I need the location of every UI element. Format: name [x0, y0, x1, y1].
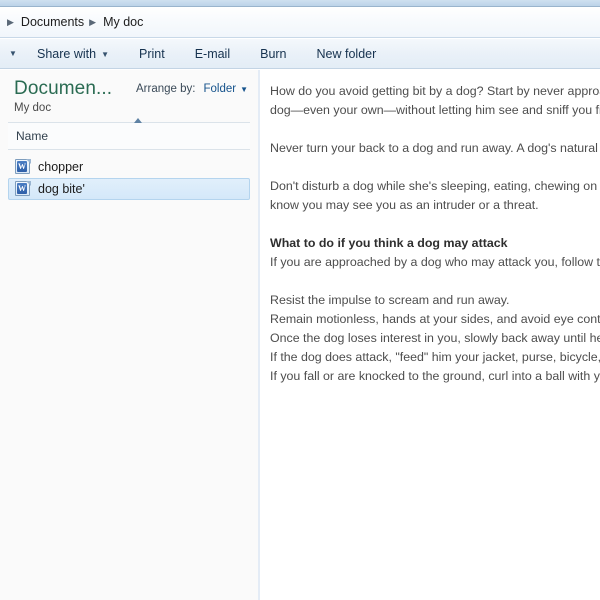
document-line: If you fall or are knocked to the ground… — [270, 369, 600, 383]
document-line: Resist the impulse to scream and run awa… — [270, 293, 510, 307]
breadcrumb-my-doc[interactable]: My doc — [101, 14, 145, 30]
file-list: W chopper W dog bite' — [8, 156, 250, 200]
document-line: Never turn your back to a dog and run aw… — [270, 141, 600, 155]
arrange-by-value[interactable]: Folder ▼ — [203, 83, 248, 95]
word-document-icon: W — [15, 181, 31, 197]
list-item[interactable]: W dog bite' — [8, 178, 250, 200]
list-item[interactable]: W chopper — [8, 156, 250, 178]
chevron-right-icon: ▶ — [7, 16, 14, 27]
new-folder-button[interactable]: New folder — [308, 43, 386, 65]
column-header-name[interactable]: Name — [8, 129, 48, 143]
library-header: Documen... My doc Arrange by: Folder ▼ — [0, 70, 258, 122]
chevron-down-icon: ▼ — [240, 84, 248, 94]
burn-button[interactable]: Burn — [251, 43, 295, 65]
document-blank-line — [270, 272, 600, 291]
arrange-by-value-label: Folder — [203, 83, 237, 95]
file-list-pane: Documen... My doc Arrange by: Folder ▼ N… — [0, 70, 258, 600]
column-header-row: Name — [8, 118, 250, 150]
document-blank-line — [270, 215, 600, 234]
arrange-by-label: Arrange by: — [136, 83, 196, 95]
document-blank-line — [270, 120, 600, 139]
library-subtitle: My doc — [14, 102, 52, 114]
document-line: Once the dog loses interest in you, slow… — [270, 331, 600, 345]
breadcrumb-documents[interactable]: Documents — [19, 14, 86, 30]
document-line: Don't disturb a dog while she's sleeping… — [270, 179, 600, 193]
document-line: If you are approached by a dog who may a… — [270, 255, 600, 269]
email-label: E-mail — [194, 46, 231, 61]
chevron-down-icon: ▼ — [101, 50, 109, 59]
document-line: Remain motionless, hands at your sides, … — [270, 312, 600, 326]
share-with-label: Share with — [37, 46, 97, 61]
document-heading: What to do if you think a dog may attack — [270, 236, 508, 250]
list-item-label: chopper — [38, 160, 84, 174]
document-blank-line — [270, 158, 600, 177]
new-folder-label: New folder — [316, 46, 377, 61]
arrange-by-control[interactable]: Arrange by: Folder ▼ — [136, 83, 248, 95]
word-document-icon: W — [15, 159, 31, 175]
document-preview-content: How do you avoid getting bit by a dog? S… — [260, 70, 600, 386]
command-toolbar: ▼ Share with ▼ Print E-mail Burn New fol… — [0, 39, 600, 69]
library-title: Documen... — [14, 78, 113, 99]
share-with-button[interactable]: Share with ▼ — [28, 43, 118, 65]
chevron-down-icon[interactable]: ▼ — [0, 49, 26, 58]
list-item-label: dog bite' — [38, 182, 85, 196]
address-bar[interactable]: ▶ Documents ▶ My doc — [0, 7, 600, 38]
document-line: dog—even your own—without letting him se… — [270, 103, 600, 117]
email-button[interactable]: E-mail — [186, 43, 239, 65]
chevron-right-icon: ▶ — [89, 16, 97, 27]
print-label: Print — [138, 46, 165, 61]
document-line: If the dog does attack, "feed" him your … — [270, 350, 600, 364]
document-line: know you may see you as an intruder or a… — [270, 198, 539, 212]
burn-label: Burn — [260, 46, 287, 61]
document-line: How do you avoid getting bit by a dog? S… — [270, 84, 600, 98]
print-button[interactable]: Print — [130, 43, 174, 65]
preview-pane: How do you avoid getting bit by a dog? S… — [260, 70, 600, 600]
explorer-window: ▶ Documents ▶ My doc ▼ Share with ▼ Prin… — [0, 0, 600, 600]
sort-ascending-icon — [134, 118, 142, 123]
